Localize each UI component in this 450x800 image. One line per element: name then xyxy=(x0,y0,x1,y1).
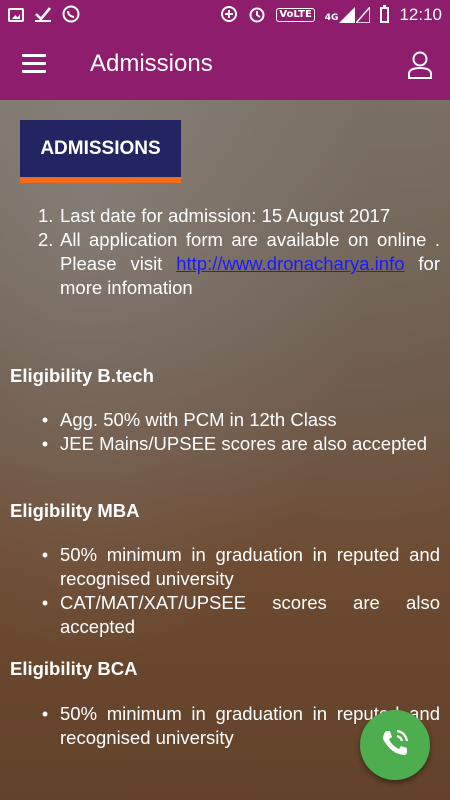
list-item: • JEE Mains/UPSEE scores are also accept… xyxy=(30,432,440,456)
alarm-icon xyxy=(248,5,266,26)
notice-item: 2. All application form are available on… xyxy=(38,228,440,300)
list-item: • 50% minimum in graduation in reputed a… xyxy=(30,543,440,591)
section-heading-mba: Eligibility MBA xyxy=(10,500,140,521)
admissions-badge: ADMISSIONS xyxy=(20,120,181,183)
gallery-icon xyxy=(8,8,24,22)
volte-badge: VoLTE xyxy=(276,8,315,22)
list-item-text: 50% minimum in graduation in reputed and… xyxy=(60,544,440,589)
mba-criteria-list: • 50% minimum in graduation in reputed a… xyxy=(30,543,440,639)
user-icon[interactable] xyxy=(406,50,434,80)
btech-criteria-list: • Agg. 50% with PCM in 12th Class • JEE … xyxy=(30,408,440,456)
list-item-text: Agg. 50% with PCM in 12th Class xyxy=(60,409,337,430)
signal-icon: 4G xyxy=(325,7,371,23)
notice-number: 2. xyxy=(38,229,54,250)
list-item: • Agg. 50% with PCM in 12th Class xyxy=(30,408,440,432)
call-button[interactable] xyxy=(360,710,430,780)
section-heading-btech: Eligibility B.tech xyxy=(10,365,154,386)
list-item: • CAT/MAT/XAT/UPSEE scores are also acce… xyxy=(30,591,440,639)
bullet: • xyxy=(41,545,49,565)
notice-item: 1. Last date for admission: 15 August 20… xyxy=(38,204,440,228)
notice-text: Last date for admission: 15 August 2017 xyxy=(60,205,391,226)
page-title: Admissions xyxy=(90,50,213,77)
list-item-text: JEE Mains/UPSEE scores are also accepted xyxy=(60,433,428,454)
status-left xyxy=(8,5,80,26)
list-item-text: CAT/MAT/XAT/UPSEE scores are also accept… xyxy=(60,592,440,637)
clock: 12:10 xyxy=(399,5,442,24)
battery-icon xyxy=(380,5,390,23)
admissions-badge-label: ADMISSIONS xyxy=(40,137,161,159)
bullet: • xyxy=(41,410,49,430)
notice-text: All application form are available on on… xyxy=(60,228,440,300)
check-icon xyxy=(34,6,52,25)
whatsapp-icon xyxy=(62,5,80,26)
status-bar: VoLTE 4G 12:10 xyxy=(0,0,450,30)
main-content: ADMISSIONS 1. Last date for admission: 1… xyxy=(0,100,450,800)
status-right: VoLTE 4G 12:10 xyxy=(220,5,442,26)
data-saver-icon xyxy=(220,5,238,26)
notice-number: 1. xyxy=(38,205,54,226)
menu-icon[interactable] xyxy=(22,54,48,74)
phone-icon xyxy=(379,727,411,763)
bullet: • xyxy=(41,434,49,454)
website-link[interactable]: http://www.dronacharya.info xyxy=(176,253,404,274)
app-bar: Admissions xyxy=(0,30,450,100)
section-heading-bca: Eligibility BCA xyxy=(10,658,138,679)
bullet: • xyxy=(41,704,49,724)
notice-list: 1. Last date for admission: 15 August 20… xyxy=(38,204,440,300)
bullet: • xyxy=(41,593,49,613)
network-label: 4G xyxy=(324,13,339,23)
